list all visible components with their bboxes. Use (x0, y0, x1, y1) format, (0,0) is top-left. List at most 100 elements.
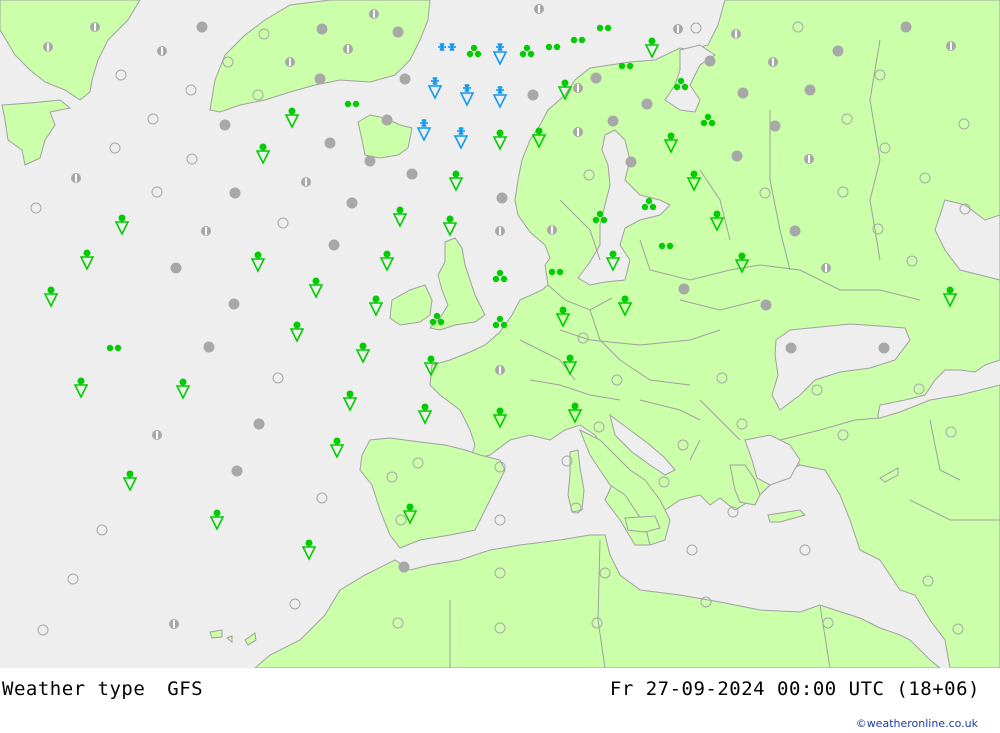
weather-symbol-clear (67, 573, 79, 585)
weather-symbol-overcast (170, 262, 182, 274)
weather-symbol-clear (147, 113, 159, 125)
weather-symbol-overcast (203, 341, 215, 353)
valid-time: Fr 27-09-2024 00:00 UTC (18+06) (609, 678, 980, 700)
weather-symbol-rain-shower (175, 378, 191, 400)
weather-symbol-rain-shower (368, 295, 384, 317)
weather-symbol-partly-cloudy (804, 154, 814, 164)
weather-symbol-clear (316, 492, 328, 504)
weather-symbol-rain-shower (355, 342, 371, 364)
weather-symbol-rain-shower (209, 509, 225, 531)
weather-symbol-partly-cloudy (90, 22, 100, 32)
landmass-sicily (624, 515, 661, 533)
weather-symbol-partly-cloudy (768, 57, 778, 67)
weather-symbol-overcast (229, 187, 241, 199)
weather-symbol-overcast (231, 465, 243, 477)
weather-symbol-partly-cloudy (573, 127, 583, 137)
weather-symbol-drizzle (344, 100, 360, 108)
weather-symbol-clear (115, 69, 127, 81)
weather-symbol-rain-shower (329, 437, 345, 459)
landmass-canaries (209, 629, 257, 646)
weather-symbol-partly-cloudy (301, 177, 311, 187)
weather-symbol-overcast (785, 342, 797, 354)
weather-symbol-rain (492, 269, 508, 283)
weather-symbol-partly-cloudy (573, 83, 583, 93)
weather-symbol-clear (151, 186, 163, 198)
weather-symbol-overcast (900, 21, 912, 33)
weather-symbol-drizzle (596, 24, 612, 32)
weather-symbol-overcast (328, 239, 340, 251)
weather-symbol-partly-cloudy (152, 430, 162, 440)
weather-symbol-overcast (496, 192, 508, 204)
weather-symbol-overcast (346, 197, 358, 209)
weather-symbol-snow-shower (453, 127, 469, 150)
weather-symbol-rain-shower (492, 129, 508, 151)
weather-symbol-overcast (253, 418, 265, 430)
weather-symbol-overcast (228, 298, 240, 310)
weather-symbol-rain-shower (43, 286, 59, 308)
weather-symbol-partly-cloudy (343, 44, 353, 54)
weather-symbol-overcast (769, 120, 781, 132)
weather-symbol-overcast (398, 561, 410, 573)
weather-symbol-overcast (219, 119, 231, 131)
weather-symbol-overcast (625, 156, 637, 168)
model-name: GFS (167, 678, 204, 700)
weather-symbol-overcast (196, 21, 208, 33)
landmass-greenland (0, 0, 141, 101)
weather-symbol-clear (686, 544, 698, 556)
weather-symbol-drizzle (570, 36, 586, 44)
weather-symbol-rain-shower (644, 37, 660, 59)
weather-symbol-overcast (381, 114, 393, 126)
weather-symbol-partly-cloudy (731, 29, 741, 39)
weather-symbol-rain-shower (308, 277, 324, 299)
weather-symbol-rain-shower (250, 251, 266, 273)
map-title-bar: Weather type GFS (2, 678, 203, 700)
weather-symbol-partly-cloudy (673, 24, 683, 34)
weather-symbol-overcast (527, 89, 539, 101)
weather-symbol-partly-cloudy (169, 619, 179, 629)
weather-symbol-clear (186, 153, 198, 165)
weather-symbol-overcast (804, 84, 816, 96)
weather-symbol-rain-shower (342, 390, 358, 412)
weather-symbol-overcast (324, 137, 336, 149)
weather-symbol-overcast (878, 342, 890, 354)
weather-symbol-overcast (704, 55, 716, 67)
weather-symbol-clear (96, 524, 108, 536)
weather-symbol-overcast (399, 73, 411, 85)
weather-symbol-overcast (314, 73, 326, 85)
weather-symbol-overcast (760, 299, 772, 311)
weather-symbol-partly-cloudy (495, 226, 505, 236)
landmass-north-africa (254, 534, 941, 668)
weather-symbol-partly-cloudy (285, 57, 295, 67)
weather-symbol-rain-shower (79, 249, 95, 271)
weather-symbol-clear (494, 514, 506, 526)
credit-link[interactable]: ©weatheronline.co.uk (856, 717, 978, 730)
landmass-crete (767, 509, 806, 523)
weather-symbol-partly-cloudy (71, 173, 81, 183)
weather-symbol-overcast (641, 98, 653, 110)
weather-symbol-partly-cloudy (495, 365, 505, 375)
weather-symbol-clear (272, 372, 284, 384)
weather-symbol-overcast (364, 155, 376, 167)
weather-symbol-overcast (607, 115, 619, 127)
weather-symbol-clear (799, 544, 811, 556)
weather-symbol-overcast (392, 26, 404, 38)
weather-symbol-rain-shower (284, 107, 300, 129)
weather-symbol-drizzle (545, 43, 561, 51)
map-canvas (0, 0, 1000, 668)
weather-symbol-clear (37, 624, 49, 636)
weather-symbol-clear (185, 84, 197, 96)
weather-symbol-overcast (590, 72, 602, 84)
landmass-greenland-east (209, 0, 431, 113)
weather-symbol-drizzle (106, 344, 122, 352)
weather-symbol-overcast (406, 168, 418, 180)
weather-symbol-clear (277, 217, 289, 229)
weather-symbol-rain-shower (73, 377, 89, 399)
weather-symbol-clear (690, 22, 702, 34)
weather-symbol-clear (289, 598, 301, 610)
weather-symbol-overcast (731, 150, 743, 162)
weather-symbol-snow-shower (492, 86, 508, 109)
weather-symbol-rain-shower (392, 206, 408, 228)
landmass-labrador (1, 99, 72, 166)
weather-symbol-partly-cloudy (821, 263, 831, 273)
weather-symbol-rain-shower (114, 214, 130, 236)
